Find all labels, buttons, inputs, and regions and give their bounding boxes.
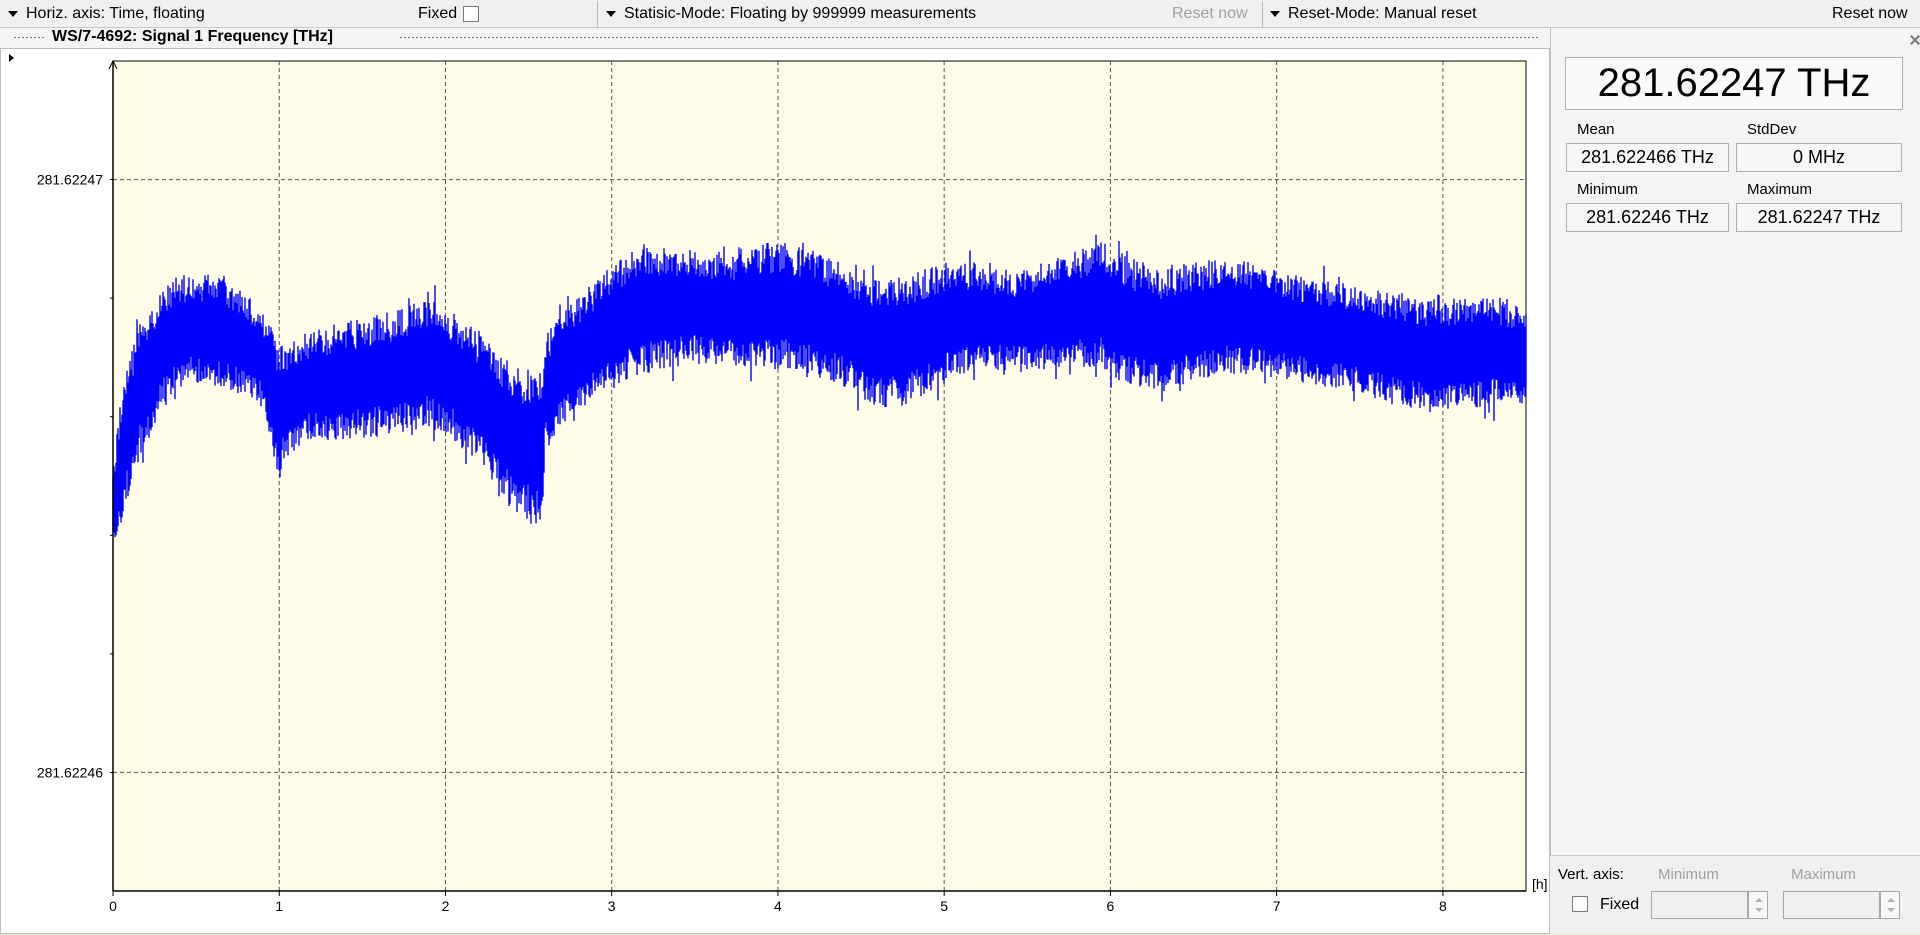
reset-now-label: Reset now — [1832, 5, 1908, 22]
reset-now-button[interactable]: Reset now — [1832, 2, 1908, 26]
chevron-down-icon — [606, 11, 616, 17]
frequency-chart[interactable]: 0 1 2 3 4 5 6 7 8 281.62247 281.62246 [h] — [1, 49, 1551, 935]
x-tick-label: 7 — [1273, 898, 1281, 914]
reset-mode-label: Reset-Mode: Manual reset — [1288, 5, 1477, 22]
title-dash-right — [400, 37, 1540, 38]
x-tick-label: 5 — [940, 898, 948, 914]
checkbox-icon — [463, 6, 480, 22]
y-tick-label: 281.62246 — [37, 764, 103, 780]
minimum-label: Minimum — [1577, 181, 1638, 198]
vert-minimum-spinner[interactable] — [1748, 891, 1768, 919]
maximum-label: Maximum — [1747, 181, 1813, 198]
x-tick-label: 6 — [1107, 898, 1115, 914]
toolbar-divider — [597, 1, 598, 27]
vert-minimum-label: Minimum — [1658, 866, 1719, 883]
reset-now-disabled-button[interactable]: Reset now — [1172, 2, 1248, 26]
vert-maximum-spinner[interactable] — [1880, 891, 1900, 919]
vert-maximum-label: Maximum — [1791, 866, 1857, 883]
horiz-fixed-checkbox[interactable]: Fixed — [418, 2, 480, 26]
chart-panel: 0 1 2 3 4 5 6 7 8 281.62247 281.62246 [h] — [0, 48, 1550, 934]
current-frequency-readout: 281.62247 THz — [1565, 57, 1903, 110]
panel-title: WS/7-4692: Signal 1 Frequency [THz] — [48, 28, 337, 46]
x-tick-label: 1 — [275, 898, 283, 914]
maximum-value: 281.62247 THz — [1736, 203, 1902, 232]
horiz-axis-label: Horiz. axis: Time, floating — [26, 5, 205, 22]
stddev-label: StdDev — [1747, 121, 1797, 138]
vert-minimum-input[interactable] — [1651, 891, 1748, 919]
minimum-value: 281.62246 THz — [1566, 203, 1729, 232]
mean-value: 281.622466 THz — [1566, 143, 1729, 172]
y-tick-label: 281.62247 — [37, 172, 103, 188]
statistic-mode-label: Statisic-Mode: Floating by 999999 measur… — [624, 5, 977, 22]
vert-axis-panel: Vert. axis: Minimum Maximum Fixed — [1550, 855, 1920, 934]
horiz-axis-dropdown[interactable]: Horiz. axis: Time, floating — [8, 2, 205, 26]
close-icon[interactable] — [1909, 34, 1920, 46]
x-tick-label: 0 — [109, 898, 117, 914]
x-axis-unit-label: [h] — [1532, 876, 1548, 892]
reset-mode-dropdown[interactable]: Reset-Mode: Manual reset — [1270, 2, 1477, 26]
toolbar: Horiz. axis: Time, floating Fixed Statis… — [0, 0, 1920, 28]
chevron-down-icon — [8, 11, 18, 17]
chevron-down-icon — [1270, 11, 1280, 17]
horiz-fixed-label: Fixed — [418, 5, 458, 22]
x-tick-label: 8 — [1439, 898, 1447, 914]
x-tick-label: 3 — [608, 898, 616, 914]
x-tick-label: 4 — [774, 898, 782, 914]
vert-axis-label: Vert. axis: — [1558, 866, 1624, 883]
vert-fixed-label: Fixed — [1600, 896, 1640, 913]
vert-fixed-checkbox[interactable] — [1572, 896, 1588, 912]
reset-now-disabled-label: Reset now — [1172, 5, 1248, 22]
plot-background — [112, 60, 1527, 892]
stddev-value: 0 MHz — [1736, 143, 1902, 172]
x-tick-label: 2 — [442, 898, 450, 914]
statistic-mode-dropdown[interactable]: Statisic-Mode: Floating by 999999 measur… — [606, 2, 976, 26]
vert-maximum-input[interactable] — [1783, 891, 1880, 919]
title-dash-left — [14, 37, 44, 38]
panel-title-bar: WS/7-4692: Signal 1 Frequency [THz] — [0, 28, 1550, 48]
mean-label: Mean — [1577, 121, 1615, 138]
toolbar-divider — [1262, 1, 1263, 27]
